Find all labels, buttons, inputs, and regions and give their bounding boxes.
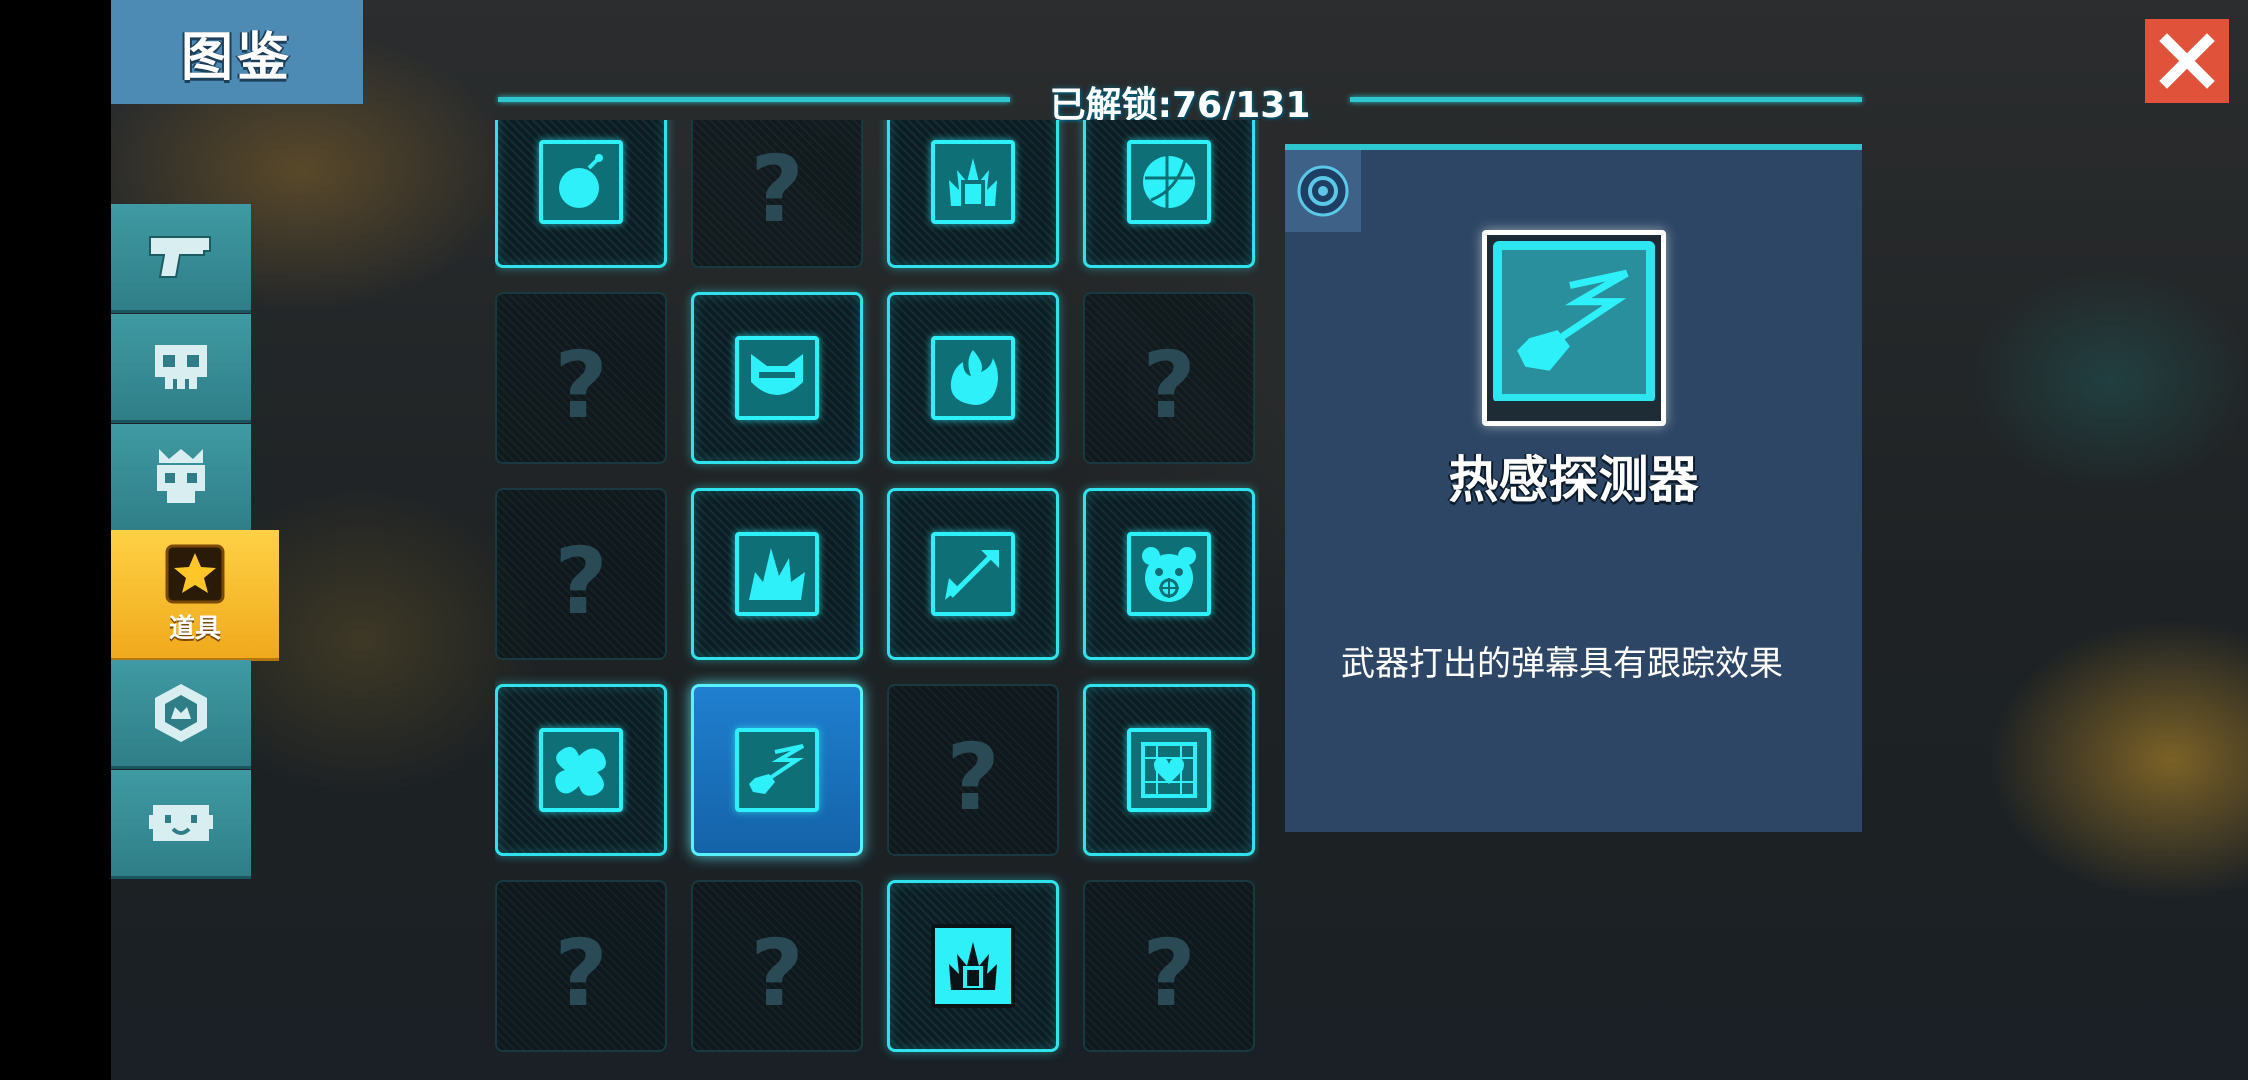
item-detail-panel: 热感探测器 武器打出的弹幕具有跟踪效果 (1285, 144, 1862, 832)
heat-seeker-icon (749, 744, 805, 794)
item-icon-frame (539, 728, 623, 812)
grid-cell[interactable] (887, 880, 1059, 1052)
grid-cell[interactable] (887, 488, 1059, 660)
item-icon-frame (931, 532, 1015, 616)
grid-cell[interactable] (1083, 120, 1255, 268)
tab-weapons[interactable] (111, 204, 251, 313)
heart-frame-icon (1141, 742, 1197, 798)
selected-item-icon-bg (1493, 241, 1655, 403)
item-icon-frame (735, 532, 819, 616)
skull-icon (155, 345, 207, 389)
bomb-icon (559, 154, 603, 208)
item-icon-frame (1127, 728, 1211, 812)
tab-bosses[interactable] (111, 424, 251, 533)
grid-cell-locked[interactable]: ? (1083, 292, 1255, 464)
item-icon-frame (931, 336, 1015, 420)
unknown-item-mark: ? (750, 136, 804, 243)
unknown-item-mark: ? (554, 920, 608, 1027)
grid-cell-locked[interactable]: ? (887, 684, 1059, 856)
item-icon-frame (931, 924, 1015, 1008)
hexagon-badge-icon (155, 684, 207, 742)
target-icon (1297, 165, 1349, 217)
heat-seeker-icon (1517, 269, 1629, 371)
grid-cell-locked[interactable]: ? (1083, 880, 1255, 1052)
pet-face-icon (149, 805, 213, 841)
grid-cell-locked[interactable]: ? (495, 488, 667, 660)
item-icon-frame (539, 140, 623, 224)
grid-cell-selected[interactable] (691, 684, 863, 856)
close-button[interactable] (2145, 19, 2229, 103)
item-icon-frame (931, 140, 1015, 224)
item-icon-frame (1127, 532, 1211, 616)
unknown-item-mark: ? (554, 332, 608, 439)
splat-icon (555, 746, 606, 796)
tab-items-label: 道具 (168, 613, 221, 644)
bear-target-icon (1142, 547, 1196, 602)
star-icon (165, 544, 225, 603)
item-icon-frame (1127, 140, 1211, 224)
grid-cell[interactable] (691, 292, 863, 464)
unknown-item-mark: ? (946, 724, 1000, 831)
grid-cell[interactable] (495, 684, 667, 856)
selected-item-icon-frame (1482, 230, 1666, 426)
grid-cell-locked[interactable]: ? (691, 120, 863, 268)
grid-cell[interactable] (887, 292, 1059, 464)
item-grid[interactable]: ? ? ? ? ? ? ? ? (495, 120, 1259, 1080)
tab-items[interactable]: 道具 (111, 530, 279, 661)
grid-cell[interactable] (495, 120, 667, 268)
page-title: 图鉴 (111, 0, 363, 104)
unknown-item-mark: ? (750, 920, 804, 1027)
unknown-item-mark: ? (1142, 920, 1196, 1027)
grid-cell-locked[interactable]: ? (691, 880, 863, 1052)
item-icon-frame (735, 728, 819, 812)
item-description: 武器打出的弹幕具有跟踪效果 (1341, 644, 1783, 684)
unknown-item-mark: ? (554, 528, 608, 635)
spike-burst-icon (749, 548, 805, 600)
left-letterbox (0, 0, 111, 1080)
grid-cell[interactable] (1083, 488, 1255, 660)
tab-badges[interactable] (111, 660, 251, 769)
flame-jar-icon (949, 158, 997, 206)
gun-icon (149, 236, 211, 278)
orb-icon (1143, 156, 1195, 208)
grid-cell[interactable] (1083, 684, 1255, 856)
detail-corner-badge (1285, 150, 1361, 232)
flame-jar-icon (949, 942, 997, 990)
tab-monsters[interactable] (111, 314, 251, 423)
grid-cell-locked[interactable]: ? (495, 880, 667, 1052)
icon-frame-strip (1487, 401, 1661, 421)
fire-icon (950, 350, 998, 405)
grid-cell-locked[interactable]: ? (495, 292, 667, 464)
grid-cell[interactable] (691, 488, 863, 660)
unknown-item-mark: ? (1142, 332, 1196, 439)
mask-icon (751, 354, 803, 395)
crowned-skull-icon (157, 449, 205, 503)
item-name: 热感探测器 (1448, 451, 1699, 509)
tab-pets[interactable] (111, 770, 251, 879)
close-icon (2159, 33, 2215, 89)
diagonal-arrow-icon (945, 550, 999, 600)
item-icon-frame (735, 336, 819, 420)
grid-cell[interactable] (887, 120, 1059, 268)
